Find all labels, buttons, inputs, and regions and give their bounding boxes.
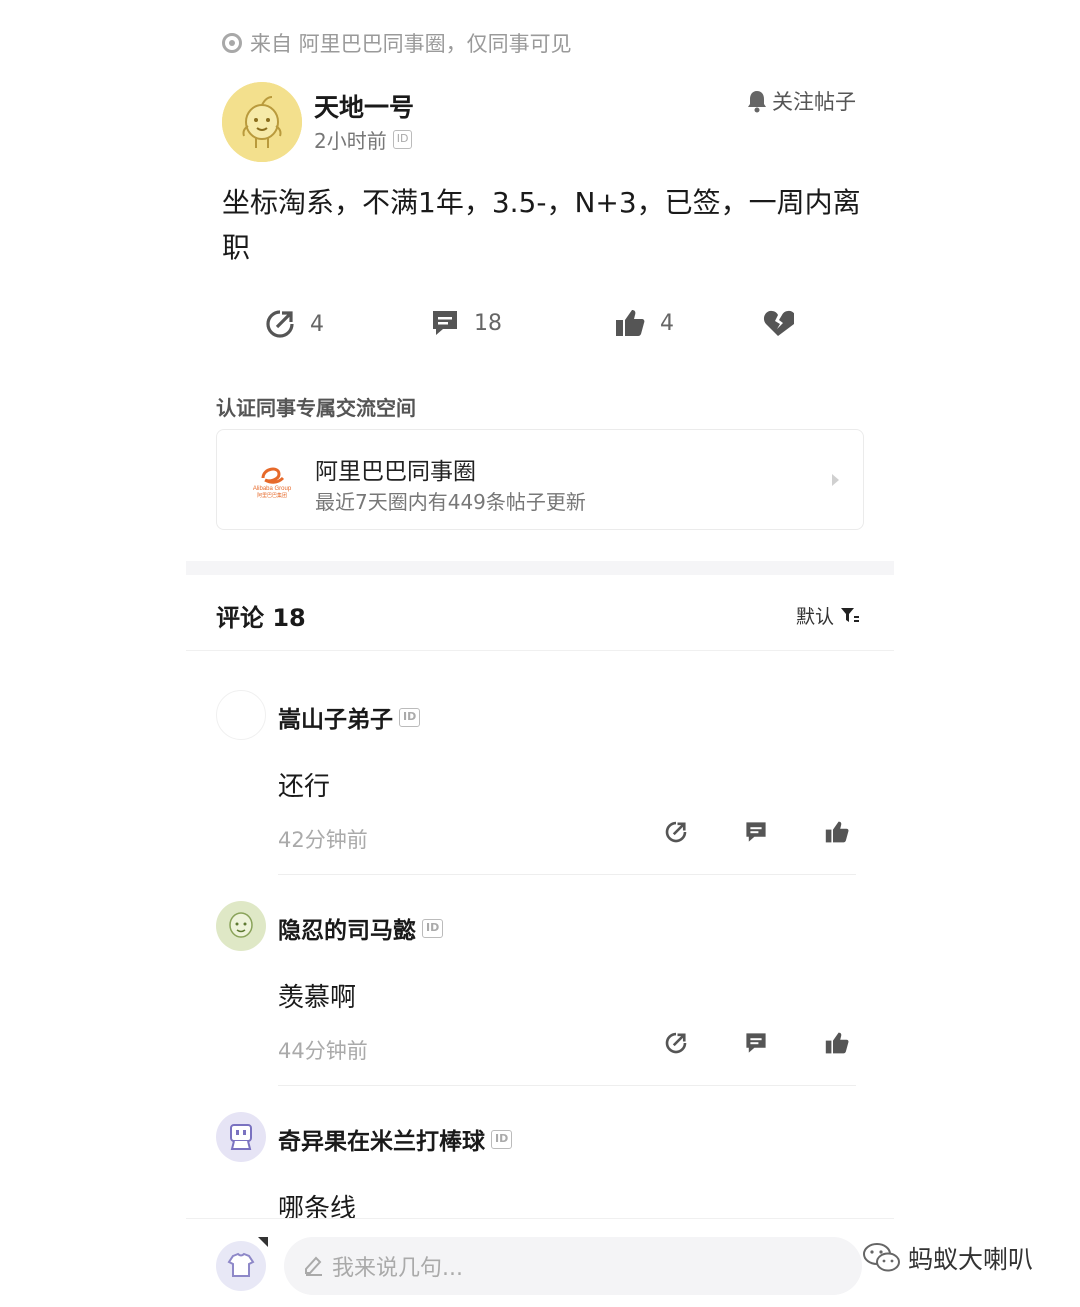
broken-heart-icon <box>763 310 794 336</box>
wechat-icon <box>863 1243 900 1272</box>
circle-section-label: 认证同事专属交流空间 <box>216 396 416 420</box>
thumbs-up-icon[interactable] <box>824 1031 850 1055</box>
share-count: 4 <box>310 311 324 337</box>
id-badge-icon: ID <box>422 918 444 938</box>
my-avatar[interactable] <box>216 1241 266 1291</box>
comments-header: 评论 18 <box>216 604 306 632</box>
alibaba-logo-text: Alibaba Group <box>253 486 292 492</box>
post-body: 坐标淘系，不满1年，3.5-，N+3，已签，一周内离职 <box>222 186 861 264</box>
commenter-avatar[interactable] <box>216 690 266 740</box>
tshirt-icon <box>227 1252 255 1277</box>
sort-label: 默认 <box>796 606 835 628</box>
comment-bubble-icon <box>433 311 457 335</box>
comment-input[interactable]: 我来说几句... <box>284 1237 862 1295</box>
circle-name: 阿里巴巴同事圈 <box>315 459 476 485</box>
corner-marker <box>258 1237 268 1247</box>
comment-text: 羡慕啊 <box>278 983 357 1013</box>
comment-bubble-icon[interactable] <box>744 1031 768 1055</box>
id-badge-icon: ID <box>392 130 413 149</box>
bell-icon <box>748 91 766 113</box>
comment-item: 奇异果在米兰打棒球 ID 哪条线 <box>216 1112 856 1218</box>
follow-post-button[interactable]: 关注帖子 <box>746 86 856 116</box>
mascot-face-icon <box>229 912 253 938</box>
author-avatar[interactable] <box>222 82 302 162</box>
comment-input-placeholder: 我来说几句... <box>332 1256 463 1281</box>
apple-mascot-icon <box>222 82 302 162</box>
alibaba-logo-cn: 阿里巴巴集团 <box>257 492 287 499</box>
commenter-name[interactable]: 嵩山子弟子 ID <box>278 700 421 734</box>
watermark: 蚂蚁大喇叭 <box>862 1240 1033 1276</box>
share-arrow-icon <box>266 310 294 338</box>
id-badge-icon: ID <box>399 707 421 727</box>
commenter-name-text: 嵩山子弟子 <box>278 707 393 733</box>
like-count: 4 <box>660 310 674 336</box>
post-time-text: 2小时前 <box>314 129 387 153</box>
sort-dropdown[interactable]: 默认 <box>796 602 860 629</box>
id-badge-icon: ID <box>491 1129 513 1149</box>
commenter-avatar[interactable] <box>216 901 266 951</box>
share-action[interactable]: 4 <box>264 308 324 340</box>
section-divider <box>186 561 894 575</box>
comment-actions <box>216 1031 856 1061</box>
author-name[interactable]: 天地一号 <box>314 88 414 124</box>
commenter-name[interactable]: 奇异果在米兰打棒球 ID <box>278 1122 513 1156</box>
watermark-text: 蚂蚁大喇叭 <box>908 1245 1034 1274</box>
commenter-name[interactable]: 隐忍的司马懿 ID <box>278 911 444 945</box>
post-actions-bar: 4 18 4 <box>186 300 894 350</box>
comment-action[interactable]: 18 <box>430 308 502 338</box>
circle-target-icon <box>222 33 242 53</box>
commenter-name-text: 奇异果在米兰打棒球 <box>278 1129 485 1155</box>
comment-actions <box>216 820 856 850</box>
source-circle-note[interactable]: 来自 阿里巴巴同事圈，仅同事可见 <box>222 28 572 58</box>
commenter-name-text: 隐忍的司马懿 <box>278 918 416 944</box>
filter-icon <box>841 607 860 622</box>
robot-icon <box>230 1124 252 1150</box>
comment-divider <box>278 1085 856 1086</box>
alibaba-logo-icon: Alibaba Group 阿里巴巴集团 <box>253 467 292 499</box>
comment-text: 还行 <box>278 772 331 802</box>
comment-text: 哪条线 <box>278 1194 357 1218</box>
header-divider <box>186 650 894 651</box>
comment-input-bar: 我来说几句... <box>186 1218 894 1307</box>
thumbs-up-icon <box>616 310 645 336</box>
chevron-right-icon <box>832 474 839 486</box>
comment-count: 18 <box>474 310 502 336</box>
thumbs-up-icon[interactable] <box>824 820 850 844</box>
comment-bubble-icon[interactable] <box>744 820 768 844</box>
circle-card[interactable]: Alibaba Group 阿里巴巴集团 阿里巴巴同事圈 最近7天圈内有449条… <box>216 429 864 530</box>
post-detail-page: 来自 阿里巴巴同事圈，仅同事可见 天地一号 2小时前 ID 关注帖子 坐标淘系，… <box>186 0 894 1307</box>
pen-icon <box>305 1256 322 1276</box>
source-text: 来自 阿里巴巴同事圈，仅同事可见 <box>250 32 572 56</box>
comment-divider <box>278 874 856 875</box>
like-action[interactable]: 4 <box>614 308 674 338</box>
comment-item: 嵩山子弟子 ID 还行 42分钟前 <box>216 690 856 880</box>
follow-label: 关注帖子 <box>772 90 856 114</box>
circle-subtitle: 最近7天圈内有449条帖子更新 <box>315 490 586 514</box>
post-time: 2小时前 ID <box>314 125 413 154</box>
share-arrow-icon[interactable] <box>664 820 688 844</box>
comment-item: 隐忍的司马懿 ID 羡慕啊 44分钟前 <box>216 901 856 1091</box>
commenter-avatar[interactable] <box>216 1112 266 1162</box>
dislike-action[interactable] <box>762 308 808 338</box>
share-arrow-icon[interactable] <box>664 1031 688 1055</box>
